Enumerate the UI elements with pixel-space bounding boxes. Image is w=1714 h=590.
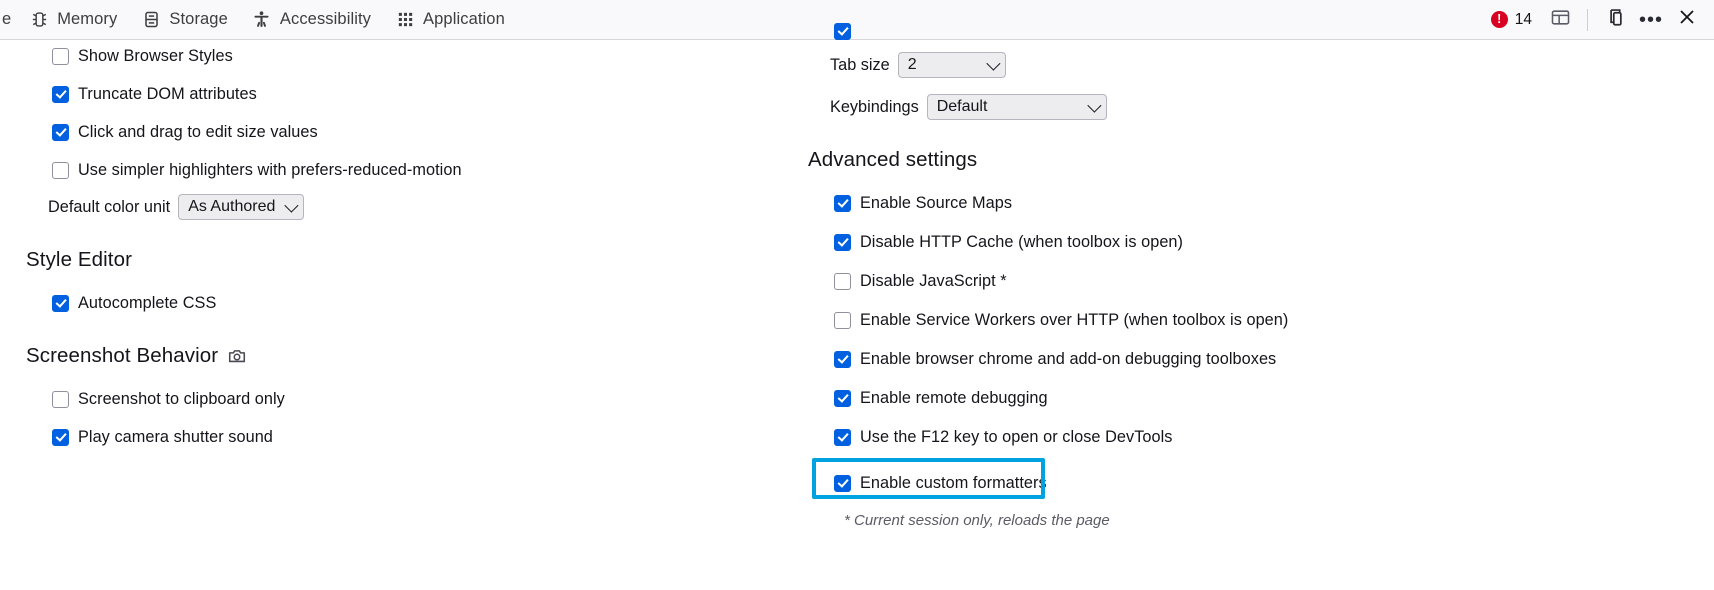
camera-icon (227, 346, 247, 366)
section-title-screenshot-behavior: Screenshot Behavior (26, 344, 786, 368)
screenshot-behavior-title-text: Screenshot Behavior (26, 344, 218, 368)
checkbox-row-f12-key[interactable]: Use the F12 key to open or close DevTool… (834, 424, 1548, 450)
checkbox-camera-shutter-sound[interactable] (52, 429, 69, 446)
field-row-default-color-unit: Default color unit As Authored (48, 192, 786, 222)
default-color-unit-select[interactable]: As Authored (178, 194, 304, 220)
tab-size-select[interactable]: 2 (898, 52, 1006, 78)
checkbox-label-enable-remote-debugging: Enable remote debugging (860, 389, 1048, 408)
checkbox-row-enable-service-workers[interactable]: Enable Service Workers over HTTP (when t… (834, 307, 1548, 333)
checkbox-label-f12-key: Use the F12 key to open or close DevTool… (860, 428, 1172, 447)
checkbox-row-camera-shutter-sound[interactable]: Play camera shutter sound (52, 424, 786, 450)
default-color-unit-label: Default color unit (48, 198, 170, 217)
checkbox-disable-javascript[interactable] (834, 273, 851, 290)
close-x-icon (1677, 7, 1697, 32)
checkbox-label-screenshot-to-clipboard: Screenshot to clipboard only (78, 390, 285, 409)
tab-accessibility-label: Accessibility (280, 10, 371, 29)
checkbox-enable-service-workers[interactable] (834, 312, 851, 329)
keybindings-value: Default (937, 98, 988, 116)
responsive-device-icon (1605, 7, 1626, 33)
keybindings-select[interactable]: Default (927, 94, 1107, 120)
style-editor-title-text: Style Editor (26, 248, 132, 272)
checkbox-row-click-drag-edit-size[interactable]: Click and drag to edit size values (52, 119, 786, 145)
field-row-keybindings: Keybindings Default (830, 92, 1548, 122)
checkbox-row-disable-http-cache[interactable]: Disable HTTP Cache (when toolbox is open… (834, 229, 1548, 255)
checkbox-row-disable-javascript[interactable]: Disable JavaScript * (834, 268, 1548, 294)
checkbox-label-simpler-highlighters: Use simpler highlighters with prefers-re… (78, 161, 462, 180)
chevron-down-icon (1087, 99, 1101, 113)
checkbox-enable-remote-debugging[interactable] (834, 390, 851, 407)
checkbox-label-show-browser-styles: Show Browser Styles (78, 47, 233, 66)
checkbox-autocomplete-css[interactable] (52, 295, 69, 312)
tab-application-label: Application (423, 10, 505, 29)
advanced-settings-footnote: * Current session only, reloads the page (844, 512, 1548, 529)
checkbox-label-enable-custom-formatters: Enable custom formatters (860, 474, 1047, 493)
checkbox-label-enable-source-maps: Enable Source Maps (860, 194, 1012, 213)
checkbox-row-enable-custom-formatters[interactable]: Enable custom formatters (834, 470, 1548, 496)
checkbox-clipped-top[interactable] (834, 23, 851, 40)
chevron-down-icon (285, 199, 299, 213)
field-row-tab-size: Tab size 2 (830, 50, 1548, 80)
checkbox-show-browser-styles[interactable] (52, 48, 69, 65)
checkbox-click-drag-edit-size[interactable] (52, 124, 69, 141)
checkbox-row-clipped-top[interactable] (834, 22, 1548, 40)
settings-panel: Show Browser Styles Truncate DOM attribu… (0, 40, 1714, 590)
section-title-style-editor: Style Editor (26, 248, 786, 272)
advanced-settings-title-text: Advanced settings (808, 148, 977, 172)
checkbox-row-enable-remote-debugging[interactable]: Enable remote debugging (834, 385, 1548, 411)
checkbox-row-enable-browser-chrome-debugging[interactable]: Enable browser chrome and add-on debuggi… (834, 346, 1548, 372)
checkbox-label-click-drag-edit-size: Click and drag to edit size values (78, 123, 318, 142)
toolbar-divider (1587, 9, 1588, 31)
checkbox-truncate-dom-attributes[interactable] (52, 86, 69, 103)
close-devtools-button[interactable] (1670, 5, 1704, 35)
tab-application[interactable]: Application (383, 0, 517, 39)
responsive-mode-button[interactable] (1598, 5, 1632, 35)
tab-storage-label: Storage (169, 10, 228, 29)
checkbox-row-simpler-highlighters[interactable]: Use simpler highlighters with prefers-re… (52, 157, 786, 183)
section-title-advanced-settings: Advanced settings (808, 148, 1548, 172)
checkbox-row-enable-source-maps[interactable]: Enable Source Maps (834, 190, 1548, 216)
checkbox-enable-browser-chrome-debugging[interactable] (834, 351, 851, 368)
tab-memory[interactable]: Memory (17, 0, 129, 39)
checkbox-label-autocomplete-css: Autocomplete CSS (78, 294, 216, 313)
tab-accessibility[interactable]: Accessibility (240, 0, 383, 39)
application-grid-icon (395, 10, 415, 30)
checkbox-enable-source-maps[interactable] (834, 195, 851, 212)
checkbox-simpler-highlighters[interactable] (52, 162, 69, 179)
more-options-button[interactable]: ••• (1634, 5, 1668, 35)
accessibility-person-icon (252, 10, 272, 30)
memory-chip-icon (29, 10, 49, 30)
checkbox-row-screenshot-to-clipboard[interactable]: Screenshot to clipboard only (52, 386, 786, 412)
dock-layout-button[interactable] (1543, 5, 1577, 35)
storage-database-icon (141, 10, 161, 30)
tab-size-label: Tab size (830, 56, 890, 75)
checkbox-label-disable-javascript: Disable JavaScript * (860, 272, 1007, 291)
ellipsis-icon: ••• (1639, 14, 1663, 26)
checkbox-row-truncate-dom-attributes[interactable]: Truncate DOM attributes (52, 81, 786, 107)
chevron-down-icon (986, 57, 1000, 71)
checkbox-row-autocomplete-css[interactable]: Autocomplete CSS (52, 290, 786, 316)
panel-layout-icon (1550, 7, 1571, 33)
checkbox-enable-custom-formatters[interactable] (834, 475, 851, 492)
checkbox-label-enable-service-workers: Enable Service Workers over HTTP (when t… (860, 311, 1288, 330)
checkbox-screenshot-to-clipboard[interactable] (52, 391, 69, 408)
checkbox-label-camera-shutter-sound: Play camera shutter sound (78, 428, 273, 447)
settings-left-column: Show Browser Styles Truncate DOM attribu… (26, 40, 786, 450)
checkbox-f12-key[interactable] (834, 429, 851, 446)
tab-storage[interactable]: Storage (129, 0, 240, 39)
checkbox-disable-http-cache[interactable] (834, 234, 851, 251)
tab-partial-clipped[interactable]: e (0, 10, 17, 29)
tab-memory-label: Memory (57, 10, 117, 29)
checkbox-row-show-browser-styles[interactable]: Show Browser Styles (52, 43, 786, 69)
checkbox-label-enable-browser-chrome-debugging: Enable browser chrome and add-on debuggi… (860, 350, 1276, 369)
default-color-unit-value: As Authored (188, 198, 275, 216)
settings-right-column: Tab size 2 Keybindings Default Advanced … (808, 40, 1548, 529)
checkbox-label-disable-http-cache: Disable HTTP Cache (when toolbox is open… (860, 233, 1183, 252)
tab-size-value: 2 (908, 56, 917, 74)
keybindings-label: Keybindings (830, 98, 919, 117)
checkbox-label-truncate-dom-attributes: Truncate DOM attributes (78, 85, 257, 104)
